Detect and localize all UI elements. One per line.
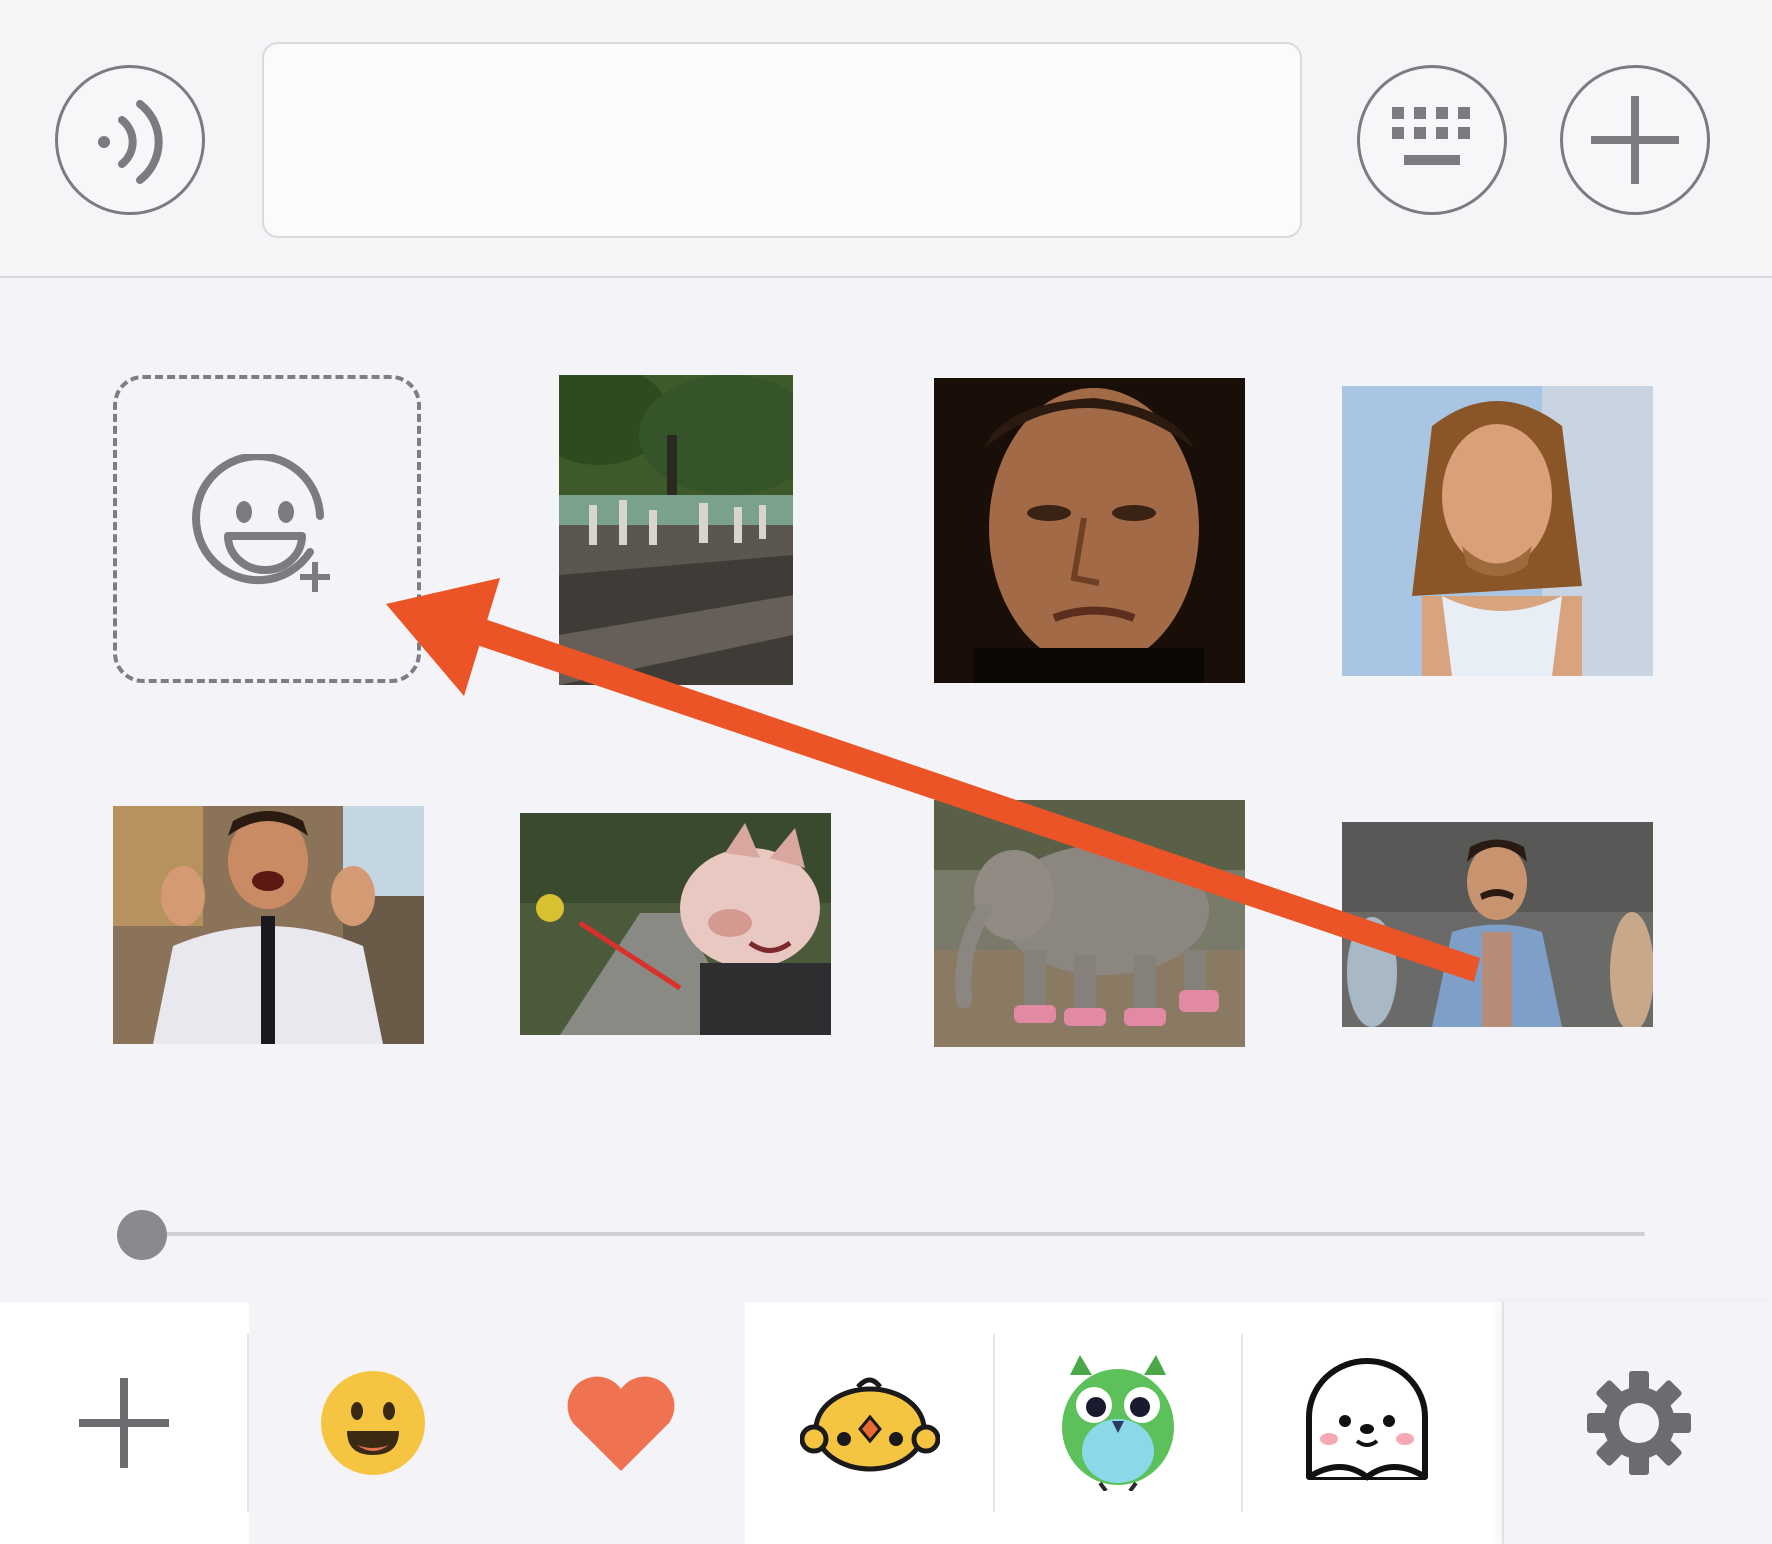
seal-icon <box>1306 1358 1428 1481</box>
tab-favorites[interactable] <box>497 1302 745 1544</box>
sticker-tab-bar <box>0 1302 1772 1544</box>
settings-button[interactable] <box>1502 1302 1772 1544</box>
plus-icon <box>1591 96 1679 184</box>
smiley-icon <box>321 1371 425 1475</box>
keyboard-button[interactable] <box>1357 65 1507 215</box>
page-slider-track[interactable] <box>140 1232 1645 1236</box>
tab-owl-pack[interactable] <box>994 1302 1242 1544</box>
gear-icon <box>1587 1371 1691 1475</box>
input-bar <box>0 0 1772 278</box>
sticker-mustache-man[interactable] <box>1342 822 1653 1027</box>
sticker-pig-on-leash[interactable] <box>520 813 831 1035</box>
keyboard-icon <box>1392 107 1470 165</box>
sticker-man-clapping[interactable] <box>113 806 424 1044</box>
add-sticker-icon <box>192 454 330 592</box>
more-button[interactable] <box>1560 65 1710 215</box>
owl-icon <box>1062 1355 1174 1491</box>
message-input[interactable] <box>262 42 1302 238</box>
sticker-long-haired-man[interactable] <box>1342 386 1653 676</box>
tab-seal-pack[interactable] <box>1243 1302 1491 1544</box>
tab-add-pack[interactable] <box>0 1302 248 1544</box>
sticker-street-crowd[interactable] <box>559 375 793 685</box>
sticker-elephant-sneakers[interactable] <box>934 800 1245 1047</box>
tab-chick-pack[interactable] <box>746 1302 994 1544</box>
voice-icon <box>98 100 163 184</box>
tab-emoji[interactable] <box>249 1302 497 1544</box>
plus-icon <box>79 1378 169 1468</box>
page-slider-thumb[interactable] <box>117 1210 167 1260</box>
sticker-man-squinting[interactable] <box>934 378 1245 683</box>
chick-icon <box>800 1377 940 1472</box>
voice-button[interactable] <box>55 65 205 215</box>
add-sticker-button[interactable] <box>113 375 421 683</box>
heart-icon <box>567 1376 675 1471</box>
